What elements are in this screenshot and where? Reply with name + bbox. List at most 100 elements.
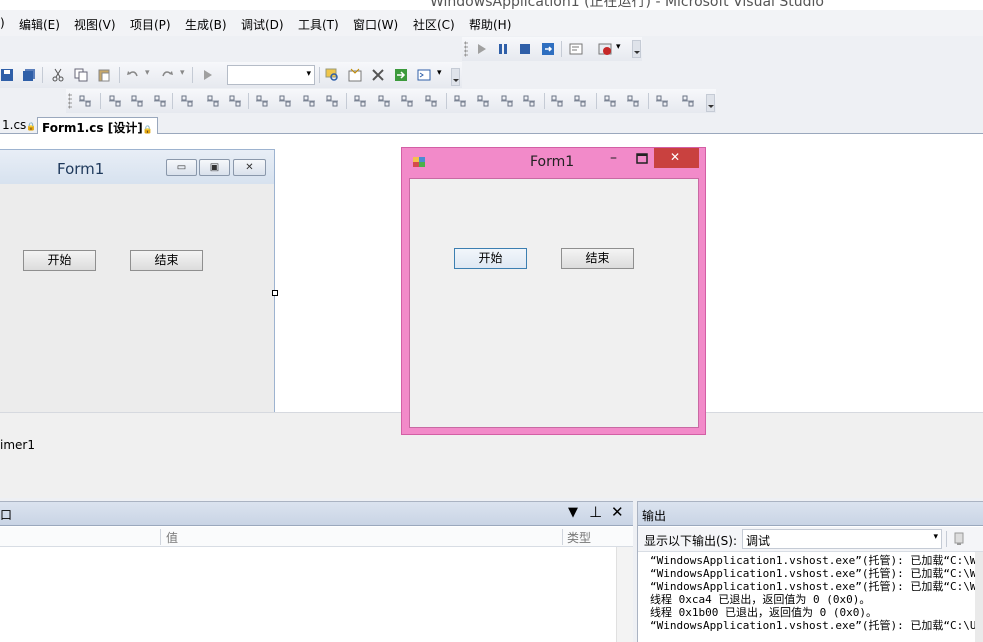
resize-handle[interactable] [272, 290, 278, 296]
stop-icon[interactable] [518, 42, 532, 56]
watch-scrollbar[interactable] [616, 547, 633, 642]
output-line: “WindowsApplication1.vshost.exe”(托管): 已加… [650, 567, 983, 580]
toolbar-overflow[interactable] [706, 94, 715, 112]
tab-order-icon[interactable] [655, 94, 669, 108]
dropdown-arrow-icon[interactable]: ▾ [616, 42, 621, 52]
copy-icon[interactable] [74, 68, 88, 82]
make-same-size-icon[interactable] [325, 94, 339, 108]
restart-icon[interactable] [541, 42, 555, 56]
column-divider [562, 529, 563, 545]
window-title: WindowsApplication1 (正在运行) - Microsoft V… [430, 0, 824, 10]
running-form-window[interactable]: Form1 – ✕ 开始 结束 [401, 147, 706, 435]
breakpoint-window-icon[interactable] [598, 42, 612, 56]
decrease-vertical-spacing-icon[interactable] [500, 94, 514, 108]
menu-community[interactable]: 社区(C) [413, 16, 455, 33]
toolbar-separator [119, 67, 120, 83]
undo-dropdown-icon[interactable]: ▾ [145, 68, 150, 78]
undo-icon[interactable] [126, 68, 140, 82]
find-message-icon[interactable] [952, 532, 966, 546]
column-value[interactable]: 值 [166, 529, 178, 546]
tab-form1-designer[interactable]: Form1.cs [设计]🔒 [37, 117, 158, 135]
toolbar-grip[interactable] [68, 93, 72, 109]
designer-form-title-bar: Form1 ▭ ▣ ✕ [0, 150, 274, 184]
close-panel-icon[interactable]: ✕ [611, 503, 624, 521]
output-source-select[interactable]: 调试 ▾ [742, 529, 942, 549]
tab-form1-code[interactable]: 1.cs🔒 [0, 117, 40, 134]
toolbar-separator [446, 93, 447, 109]
running-start-button[interactable]: 开始 [454, 248, 527, 269]
running-form-title: Form1 [530, 154, 575, 170]
bring-to-front-icon[interactable] [603, 94, 617, 108]
make-same-width-icon[interactable] [255, 94, 269, 108]
increase-vertical-spacing-icon[interactable] [476, 94, 490, 108]
command-dropdown-icon[interactable]: ▾ [437, 68, 442, 78]
panel-dropdown-icon[interactable]: ▼ [568, 505, 578, 520]
remove-vertical-spacing-icon[interactable] [522, 94, 536, 108]
remove-horizontal-spacing-icon[interactable] [424, 94, 438, 108]
show-next-statement-icon[interactable] [569, 42, 583, 56]
toolbar-grip[interactable] [464, 41, 468, 57]
send-to-back-icon[interactable] [626, 94, 640, 108]
decrease-horizontal-spacing-icon[interactable] [400, 94, 414, 108]
maximize-button[interactable] [636, 153, 648, 165]
column-type[interactable]: 类型 [567, 529, 591, 546]
toolbar-overflow[interactable] [632, 40, 641, 58]
toolbox-icon[interactable] [371, 68, 385, 82]
output-scrollbar[interactable] [975, 552, 983, 642]
menu-file[interactable]: ) [0, 16, 5, 30]
solution-config-select[interactable]: ▾ [227, 65, 315, 85]
menu-project[interactable]: 项目(P) [130, 16, 171, 33]
output-toolbar: 显示以下输出(S): 调试 ▾ [638, 527, 983, 552]
align-centers-icon[interactable] [130, 94, 144, 108]
horizontal-spacing-equal-icon[interactable] [353, 94, 367, 108]
minimize-button[interactable]: – [610, 150, 617, 166]
increase-horizontal-spacing-icon[interactable] [377, 94, 391, 108]
toolbar-overflow[interactable] [451, 68, 460, 86]
align-to-grid-icon[interactable] [78, 94, 92, 108]
save-all-icon[interactable] [22, 68, 36, 82]
make-same-height-icon[interactable] [278, 94, 292, 108]
designer-end-button[interactable]: 结束 [130, 250, 203, 271]
align-bottoms-icon[interactable] [228, 94, 242, 108]
center-vertically-icon[interactable] [573, 94, 587, 108]
toolbar-separator [596, 93, 597, 109]
menu-edit[interactable]: 编辑(E) [19, 16, 60, 33]
align-rights-icon[interactable] [153, 94, 167, 108]
menu-tools[interactable]: 工具(T) [298, 16, 339, 33]
running-end-button[interactable]: 结束 [561, 248, 634, 269]
cut-icon[interactable] [51, 68, 65, 82]
close-button[interactable]: ✕ [654, 148, 699, 168]
align-lefts-icon[interactable] [108, 94, 122, 108]
vertical-spacing-equal-icon[interactable] [453, 94, 467, 108]
designer-start-button[interactable]: 开始 [23, 250, 96, 271]
paste-icon[interactable] [97, 68, 111, 82]
menu-bar: ) 编辑(E) 视图(V) 项目(P) 生成(B) 调试(D) 工具(T) 窗口… [0, 10, 983, 36]
center-horizontally-icon[interactable] [550, 94, 564, 108]
menu-window[interactable]: 窗口(W) [353, 16, 398, 33]
pin-icon[interactable]: ⊥ [589, 503, 602, 521]
align-middles-icon[interactable] [206, 94, 220, 108]
find-in-files-icon[interactable] [325, 68, 339, 82]
running-form-client-area: 开始 结束 [409, 178, 699, 428]
designer-form[interactable]: Form1 ▭ ▣ ✕ 开始 结束 [0, 149, 275, 414]
menu-build[interactable]: 生成(B) [185, 16, 227, 33]
redo-icon[interactable] [160, 68, 174, 82]
size-to-grid-icon[interactable] [302, 94, 316, 108]
align-tops-icon[interactable] [180, 94, 194, 108]
start-page-icon[interactable] [394, 68, 408, 82]
output-line: “WindowsApplication1.vshost.exe”(托管): 已加… [650, 554, 983, 567]
menu-debug[interactable]: 调试(D) [241, 16, 284, 33]
column-divider [160, 529, 161, 545]
properties-icon[interactable] [348, 68, 362, 82]
output-panel-title: 输出 [642, 509, 667, 523]
pause-icon[interactable] [496, 42, 510, 56]
menu-view[interactable]: 视图(V) [74, 16, 116, 33]
menu-help[interactable]: 帮助(H) [469, 16, 511, 33]
command-window-icon[interactable] [417, 68, 431, 82]
timer-component[interactable]: imer1 [0, 438, 35, 452]
continue-icon[interactable] [475, 42, 489, 56]
lock-controls-icon[interactable] [681, 94, 695, 108]
save-icon[interactable] [0, 68, 14, 82]
start-debugging-icon[interactable] [201, 68, 215, 82]
redo-dropdown-icon[interactable]: ▾ [180, 68, 185, 78]
